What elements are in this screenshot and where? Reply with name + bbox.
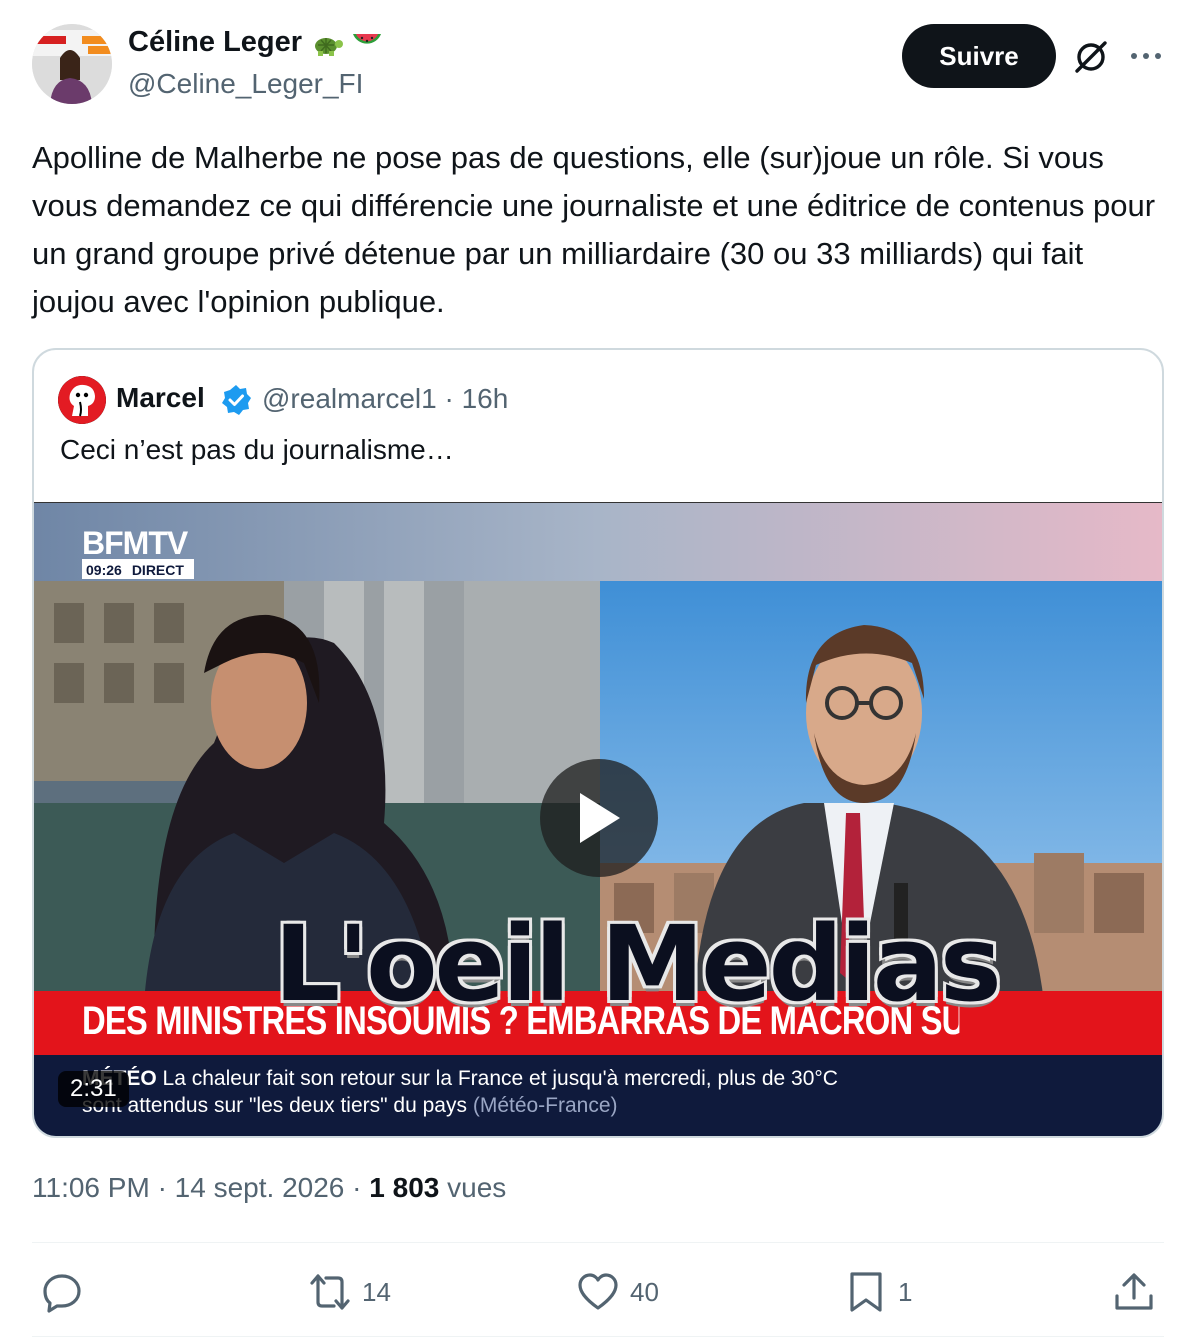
quoted-text: Ceci n’est pas du journalisme…	[60, 434, 454, 465]
channel-logo: BFMTV	[82, 525, 188, 561]
author-name[interactable]: Céline Leger	[128, 26, 384, 59]
heart-icon	[578, 1273, 618, 1310]
elephant-logo-icon	[58, 376, 106, 424]
separator: ·	[352, 1172, 370, 1203]
divider	[32, 1336, 1164, 1337]
video-player[interactable]: BFMTV 09:26 DIRECT DES MINISTRES INSOUMI…	[34, 502, 1162, 1136]
broadcast-clock: 09:26 DIRECT	[86, 562, 184, 578]
bookmark-count: 1	[898, 1276, 913, 1307]
turtle-icon	[315, 37, 344, 56]
tweet-time[interactable]: 11:06 PM	[32, 1172, 150, 1203]
grok-icon[interactable]	[1072, 38, 1110, 76]
verified-badge-icon	[222, 385, 251, 415]
ticker-line-1: La chaleur fait son retour sur la France…	[162, 1067, 838, 1090]
ticker: MÉTÉO La chaleur fait son retour sur la …	[82, 1065, 1142, 1119]
avatar-photo	[32, 24, 112, 104]
divider	[32, 1242, 1164, 1243]
bookmark-icon	[850, 1272, 882, 1312]
reply-button[interactable]	[40, 1270, 94, 1314]
more-icon[interactable]	[1128, 42, 1164, 70]
share-icon	[1115, 1273, 1153, 1310]
repost-icon	[310, 1274, 350, 1310]
author-handle[interactable]: @Celine_Leger_FI	[128, 68, 363, 100]
author-name-text: Céline Leger	[128, 26, 303, 58]
video-duration: 2:31	[58, 1071, 129, 1107]
play-button[interactable]	[540, 759, 658, 877]
like-button[interactable]: 40	[576, 1270, 659, 1314]
watermelon-icon	[353, 33, 382, 44]
tweet-date[interactable]: 14 sept. 2026	[175, 1172, 345, 1203]
like-count: 40	[630, 1276, 659, 1307]
quoted-name[interactable]: Marcel	[116, 382, 205, 414]
clock-time: 09:26	[86, 562, 122, 578]
views-label: vues	[447, 1172, 507, 1203]
views-count: 1 803	[369, 1172, 440, 1203]
repost-button[interactable]: 14	[308, 1270, 391, 1314]
reply-icon	[43, 1274, 81, 1313]
author-emoji-icons	[310, 28, 384, 58]
separator: ·	[157, 1172, 175, 1203]
follow-button[interactable]: Suivre	[902, 24, 1056, 88]
repost-count: 14	[362, 1276, 391, 1307]
ticker-line-2: attendus sur "les deux tiers" du pays	[127, 1094, 467, 1117]
quoted-tweet[interactable]: Marcel @realmarcel1 · 16h Ceci n’est pas…	[32, 348, 1164, 1138]
share-button[interactable]	[1112, 1270, 1156, 1314]
live-label: DIRECT	[131, 562, 184, 578]
ticker-source: (Météo-France)	[472, 1094, 618, 1117]
tweet-text: Apolline de Malherbe ne pose pas de ques…	[32, 140, 1156, 319]
quoted-handle-time: @realmarcel1 · 16h	[262, 383, 509, 414]
author-avatar[interactable]	[32, 24, 112, 104]
watermark-overlay: L'oeil Medias	[274, 903, 1002, 1025]
bookmark-button[interactable]: 1	[844, 1270, 912, 1314]
quoted-avatar[interactable]	[58, 376, 106, 424]
tweet-meta: 11:06 PM · 14 sept. 2026 · 1 803 vues	[32, 1172, 506, 1204]
play-icon	[580, 793, 620, 843]
